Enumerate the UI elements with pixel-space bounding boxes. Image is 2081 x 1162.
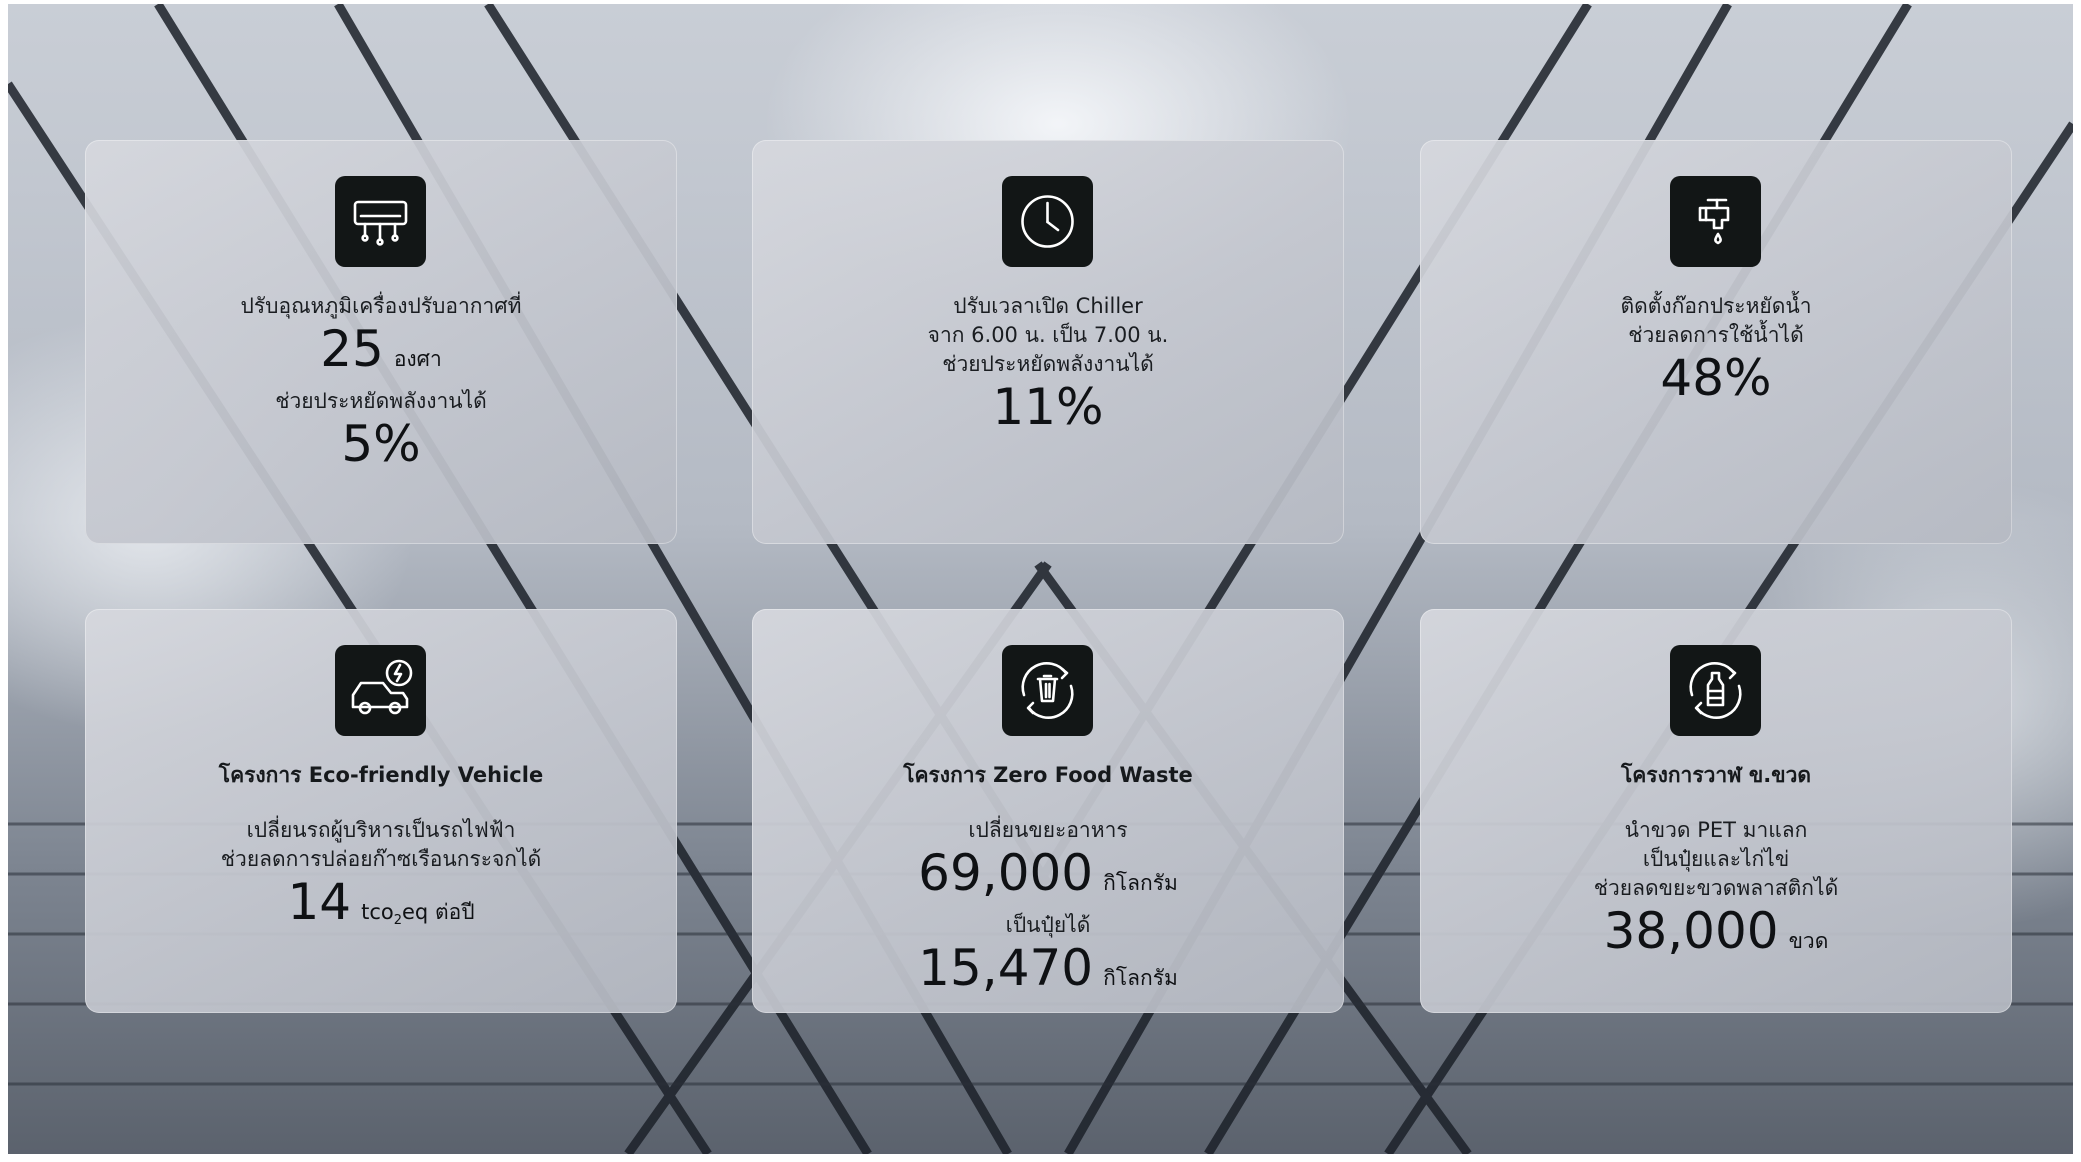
card-text: ติดตั้งก๊อกประหยัดน้ำ: [1620, 294, 1812, 318]
card-text: ปรับอุณหภูมิเครื่องปรับอากาศที่: [240, 294, 522, 318]
electric-car-icon: [335, 645, 426, 736]
card-text: ช่วยลดการใช้น้ำได้: [1628, 323, 1804, 347]
saving-percent: 5%: [341, 415, 421, 473]
card-text: จาก 6.00 น. เป็น 7.00 น.: [927, 323, 1169, 347]
card-text: เป็นปุ๋ยได้: [1005, 913, 1091, 937]
card-text: นำขวด PET มาแลก: [1624, 818, 1808, 842]
project-title: โครงการ Eco-friendly Vehicle: [218, 763, 544, 787]
clock-icon: [1002, 176, 1093, 267]
card-text: ช่วยลดขยะขวดพลาสติกได้: [1593, 876, 1839, 900]
emission-value: 14 tco2eq ต่อปี: [287, 873, 475, 931]
project-title: โครงการวาฬ ข.ขวด: [1620, 763, 1811, 787]
card-text: ปรับเวลาเปิด Chiller: [953, 294, 1143, 318]
card-text: ช่วยประหยัดพลังงานได้: [942, 352, 1154, 376]
saving-percent: 48%: [1660, 349, 1772, 407]
card-text: เปลี่ยนรถผู้บริหารเป็นรถไฟฟ้า: [246, 818, 516, 842]
temperature-value: 25 องศา: [320, 320, 442, 378]
air-conditioner-icon: [335, 176, 426, 267]
card-eco-friendly-vehicle: โครงการ Eco-friendly Vehicle เปลี่ยนรถผู…: [85, 609, 677, 1013]
bottle-count-value: 38,000 ขวด: [1603, 902, 1829, 960]
card-text: เป็นปุ๋ยและไก่ไข่: [1642, 847, 1790, 871]
water-tap-icon: [1670, 176, 1761, 267]
food-waste-value: 69,000 กิโลกรัม: [918, 844, 1178, 902]
card-water-saving-tap: ติดตั้งก๊อกประหยัดน้ำ ช่วยลดการใช้น้ำได้…: [1420, 140, 2012, 544]
fertilizer-value: 15,470 กิโลกรัม: [918, 939, 1178, 997]
card-bottle-recycling: โครงการวาฬ ข.ขวด นำขวด PET มาแลก เป็นปุ๋…: [1420, 609, 2012, 1013]
saving-percent: 11%: [992, 378, 1104, 436]
card-text: เปลี่ยนขยะอาหาร: [968, 818, 1128, 842]
card-chiller-schedule: ปรับเวลาเปิด Chiller จาก 6.00 น. เป็น 7.…: [752, 140, 1344, 544]
project-title: โครงการ Zero Food Waste: [903, 763, 1193, 787]
bottle-recycle-icon: [1670, 645, 1761, 736]
card-text: ช่วยประหยัดพลังงานได้: [275, 389, 487, 413]
card-aircon-temperature: ปรับอุณหภูมิเครื่องปรับอากาศที่ 25 องศา ช…: [85, 140, 677, 544]
recycle-bin-icon: [1002, 645, 1093, 736]
card-text: ช่วยลดการปล่อยก๊าซเรือนกระจกได้: [220, 847, 542, 871]
card-zero-food-waste: โครงการ Zero Food Waste เปลี่ยนขยะอาหาร …: [752, 609, 1344, 1013]
